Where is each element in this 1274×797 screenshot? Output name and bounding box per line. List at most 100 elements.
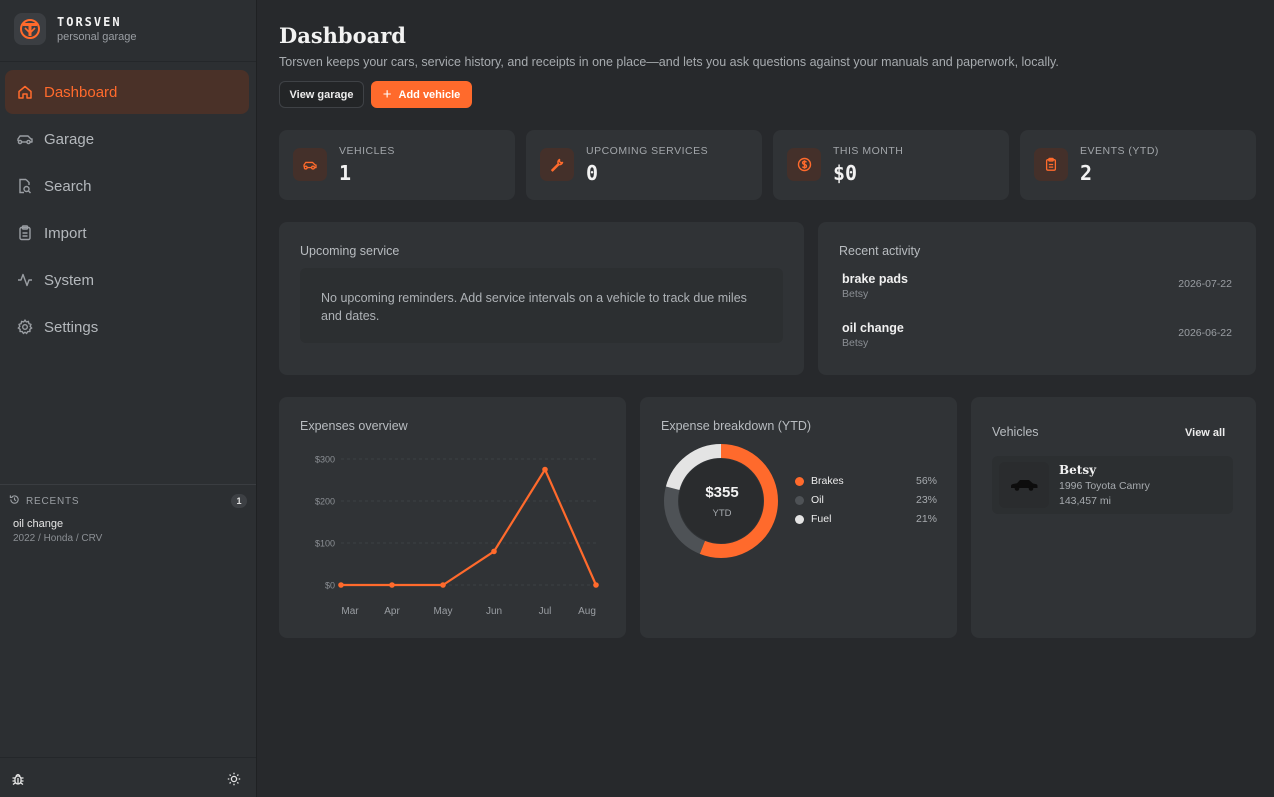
legend-item: Fuel 21% [795,512,937,526]
sidebar-item-label: Settings [44,318,99,336]
sidebar-item-settings[interactable]: Settings [5,305,249,349]
search-icon [16,177,34,195]
expense-breakdown-card: Expense breakdown (YTD) $355 YTD Brakes 5… [640,397,957,638]
view-garage-label: View garage [289,88,354,101]
stat-label: THIS MONTH [833,145,904,157]
upcoming-empty-message: No upcoming reminders. Add service inter… [300,268,783,343]
vehicles-card: Vehicles View all Betsy 1996 Toyota Camr… [971,397,1256,638]
vehicle-mileage: 143,457 mi [1059,495,1111,507]
donut-hole [679,459,763,543]
sidebar-item-label: Garage [44,130,95,148]
legend-swatch [795,514,804,524]
sidebar: TORSVEN personal garage Dashboard Garage… [0,0,257,797]
page-description: Torsven keeps your cars, service history… [279,55,1059,69]
x-tick-label: Apr [384,606,400,617]
plus-icon: + [382,86,392,103]
recents-count-badge: 1 [231,494,247,508]
vehicle-name: Betsy [1059,463,1097,477]
bug-icon[interactable] [11,772,25,791]
activity-icon [16,271,34,289]
sidebar-footer [0,757,256,797]
x-tick-label: Jun [486,606,502,617]
activity-item-date: 2026-06-22 [1178,327,1232,339]
gear-icon [16,318,34,336]
data-point [389,582,395,588]
expenses-line-chart: $0 $100 $200 $300 Mar Apr May Jun Jul Aug [315,455,599,617]
activity-item-title[interactable]: brake pads [842,272,908,286]
wrench-icon [540,148,574,181]
stat-card-this-month: THIS MONTH $0 [773,130,1009,200]
donut-total-label: YTD [712,508,732,519]
legend-label: Brakes [811,475,844,487]
stat-value: 0 [586,161,599,185]
sidebar-item-label: Search [44,177,92,195]
stat-label: EVENTS (YTD) [1080,145,1159,157]
sidebar-item-dashboard[interactable]: Dashboard [5,70,249,114]
history-icon [9,492,20,510]
vehicles-title: Vehicles [992,425,1039,439]
legend-label: Oil [811,494,824,506]
activity-item-title[interactable]: oil change [842,321,904,335]
data-point [593,582,599,588]
brand: TORSVEN personal garage [0,0,256,62]
sidebar-item-import[interactable]: Import [5,211,249,255]
sidebar-item-garage[interactable]: Garage [5,117,249,161]
y-tick-label: $300 [315,455,335,465]
sidebar-item-search[interactable]: Search [5,164,249,208]
legend-percent: 23% [915,494,937,506]
stat-card-vehicles: VEHICLES 1 [279,130,515,200]
stat-label: VEHICLES [339,145,395,157]
add-vehicle-label: Add vehicle [398,88,461,101]
y-tick-label: $0 [325,581,335,591]
expenses-overview-card: Expenses overview $0 $100 $200 $300 Mar Apr Ma… [279,397,626,638]
stat-card-events-ytd: EVENTS (YTD) 2 [1020,130,1256,200]
legend-swatch [795,476,804,486]
sun-icon[interactable] [227,772,241,791]
data-point [491,548,497,555]
sidebar-item-label: Import [44,224,87,242]
vehicle-thumbnail [999,462,1049,508]
sidebar-item-label: System [44,271,95,289]
vehicle-list-item[interactable]: Betsy 1996 Toyota Camry 143,457 mi [992,456,1233,514]
stat-value: $0 [833,161,858,185]
page-title: Dashboard [279,23,406,48]
legend-item: Brakes 56% [795,474,937,488]
recent-item-title[interactable]: oil change [13,518,63,530]
brand-subtitle: personal garage [57,31,137,43]
view-all-link[interactable]: View all [1185,427,1225,439]
activity-item-subtitle: Betsy [842,337,869,349]
legend-percent: 21% [915,513,937,525]
clipboard-icon [1034,148,1068,181]
y-tick-label: $200 [315,497,335,507]
car-icon [16,130,34,148]
brand-name: TORSVEN [57,15,122,29]
home-icon [16,83,34,101]
recents-header: RECENTS 1 [0,493,256,509]
data-point [338,582,344,588]
upcoming-service-card: Upcoming service No upcoming reminders. … [279,222,804,375]
car-icon [293,148,327,181]
sidebar-item-label: Dashboard [44,83,118,101]
stat-card-upcoming-services: UPCOMING SERVICES 0 [526,130,762,200]
x-tick-label: Jul [539,606,552,617]
recents-section: RECENTS 1 oil change 2022 / Honda / CRV [0,484,256,544]
x-tick-label: Aug [578,606,596,617]
car-silhouette-icon [1011,480,1038,491]
legend-percent: 56% [915,475,937,487]
sidebar-item-system[interactable]: System [5,258,249,302]
legend-swatch [795,495,804,505]
logo-icon[interactable] [14,13,46,45]
legend-item: Oil 23% [795,493,937,507]
sidebar-nav: Dashboard Garage Search Import System Se… [0,70,256,352]
data-point [542,466,548,473]
recents-title: RECENTS [26,495,80,507]
recent-activity-card: Recent activity brake pads Betsy 2026-07… [818,222,1256,375]
add-vehicle-button[interactable]: + Add vehicle [371,81,472,108]
expense-donut-chart [664,444,778,558]
stat-label: UPCOMING SERVICES [586,145,709,157]
clipboard-icon [16,224,34,242]
series-line [341,468,598,587]
view-garage-button[interactable]: View garage [279,81,364,108]
activity-item-date: 2026-07-22 [1178,278,1232,290]
vehicle-model: 1996 Toyota Camry [1059,480,1150,492]
